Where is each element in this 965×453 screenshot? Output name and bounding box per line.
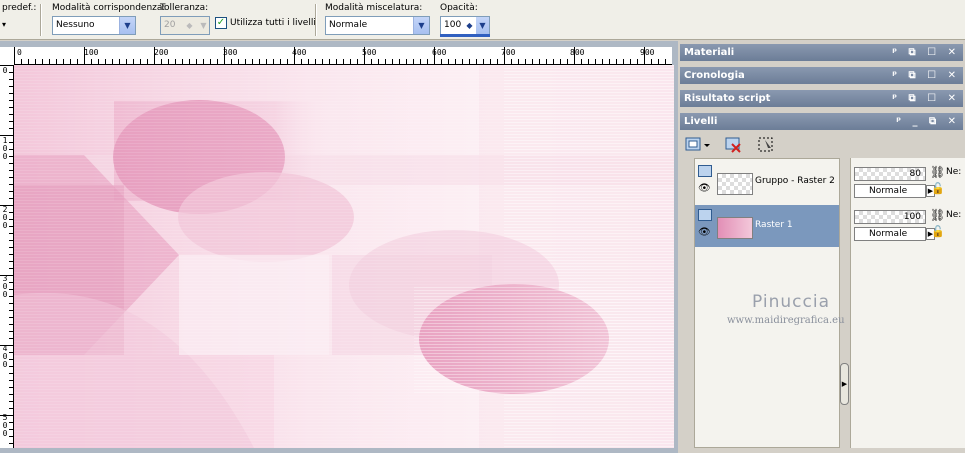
ruler-horizontal: 0 100 200 300 400 500 600 700 800 900 xyxy=(14,47,672,65)
layer-blend-select[interactable]: Normale ▶ xyxy=(854,227,935,241)
tolerance-value: 20 xyxy=(164,20,176,30)
ruler-ticks xyxy=(0,65,13,444)
ruler-mark: 1 0 0 xyxy=(2,136,8,161)
layer-new-button[interactable] xyxy=(684,135,712,155)
layer-name: Gruppo - Raster 2 xyxy=(755,176,835,186)
match-mode-label: Modalità corrispondenza: xyxy=(52,3,166,13)
eye-icon[interactable]: 👁 xyxy=(698,183,711,194)
tolerance-label: Tolleranza: xyxy=(160,3,209,13)
ruler-mark: 500 xyxy=(362,48,377,57)
layer-type-icon xyxy=(698,209,712,221)
layer-name: Raster 1 xyxy=(755,220,793,230)
ruler-corner xyxy=(0,47,14,65)
watermark-site: www.maidiregrafica.eu xyxy=(727,315,845,326)
chevron-down-icon[interactable]: ▼ xyxy=(476,17,489,34)
panel-window-buttons[interactable]: ᵖ ⧉ ☐ ✕ xyxy=(892,44,960,61)
layer-properties: 80 ⛓ Ne: Normale ▶ 🔓 100 ⛓ Ne: Normale ▶… xyxy=(850,158,965,448)
ruler-mark: 400 xyxy=(292,48,307,57)
layer-thumbnail xyxy=(717,173,753,195)
ruler-mark: 4 0 0 xyxy=(2,344,8,369)
link-icon[interactable]: ⛓ xyxy=(930,165,945,179)
layer-mask-icon xyxy=(758,137,773,152)
eye-icon[interactable]: 👁 xyxy=(698,227,711,238)
panel-title: Livelli xyxy=(684,116,718,127)
ruler-mark: 5 0 0 xyxy=(2,413,8,438)
opacity-spinner[interactable]: 100 ◆ ▼ xyxy=(440,16,490,35)
ruler-mark: 600 xyxy=(432,48,447,57)
opacity-value: 100 xyxy=(444,20,462,30)
layer-blend-short: Ne: xyxy=(946,210,962,220)
panel-window-buttons[interactable]: ᵖ ⧉ ☐ ✕ xyxy=(892,90,960,107)
chevron-down-icon[interactable]: ▼ xyxy=(197,17,210,34)
layer-blend-value: Normale xyxy=(869,229,908,239)
tool-options-bar: predef.: ▾ Modalità corrispondenza: Ness… xyxy=(0,0,965,40)
layer-blend-short: Ne: xyxy=(946,167,962,177)
panel-title: Risultato script xyxy=(684,93,771,104)
blend-mode-value: Normale xyxy=(329,20,368,30)
panel-livelli-header[interactable]: Livelli ᵖ _ ⧉ ✕ xyxy=(680,113,963,130)
chevron-down-icon[interactable]: ▼ xyxy=(413,17,429,34)
panel-title: Materiali xyxy=(684,47,735,58)
chevron-down-icon[interactable]: ▼ xyxy=(119,17,135,34)
preset-dropdown-icon[interactable]: ▾ xyxy=(2,20,6,29)
ruler-mark: 900 xyxy=(640,48,655,57)
layer-row-raster-1[interactable]: 👁 Raster 1 xyxy=(695,205,839,247)
layer-opacity-field[interactable]: 100 xyxy=(854,210,926,224)
ruler-mark: 800 xyxy=(570,48,585,57)
layer-mask-button[interactable] xyxy=(756,135,776,155)
layer-blend-select[interactable]: Normale ▶ xyxy=(854,184,935,198)
spin-arrows-icon[interactable]: ◆ xyxy=(183,17,196,34)
match-mode-select[interactable]: Nessuno ▼ xyxy=(52,16,136,35)
preset-label: predef.: xyxy=(2,3,37,13)
link-icon[interactable]: ⛓ xyxy=(930,208,945,222)
ruler-mark: 200 xyxy=(154,48,169,57)
ruler-mark: 0 xyxy=(2,66,8,75)
panel-cronologia-header[interactable]: Cronologia ᵖ ⧉ ☐ ✕ xyxy=(680,67,963,84)
lock-icon[interactable]: 🔓 xyxy=(931,182,945,195)
panel-window-buttons[interactable]: ᵖ ⧉ ☐ ✕ xyxy=(892,67,960,84)
ruler-mark: 300 xyxy=(223,48,238,57)
spin-arrows-icon[interactable]: ◆ xyxy=(463,17,476,34)
layer-opacity-field[interactable]: 80 xyxy=(854,167,926,181)
panel-title: Cronologia xyxy=(684,70,745,81)
match-mode-value: Nessuno xyxy=(56,20,95,30)
use-all-layers-checkbox[interactable]: ✓ xyxy=(215,17,227,29)
layer-thumbnail xyxy=(717,217,753,239)
toolbar-separator xyxy=(315,4,317,36)
layer-delete-button[interactable] xyxy=(724,135,744,155)
canvas-artwork xyxy=(14,65,674,448)
panel-window-buttons[interactable]: ᵖ _ ⧉ ✕ xyxy=(896,113,960,130)
opacity-slider-bar[interactable] xyxy=(440,34,490,37)
ruler-mark: 100 xyxy=(84,48,99,57)
layer-type-icon xyxy=(698,165,712,177)
opacity-label: Opacità: xyxy=(440,3,478,13)
ruler-mark: 3 0 0 xyxy=(2,274,8,299)
tolerance-spinner[interactable]: 20 ◆ ▼ xyxy=(160,16,210,35)
panel-materiali-header[interactable]: Materiali ᵖ ⧉ ☐ ✕ xyxy=(680,44,963,61)
blend-mode-select[interactable]: Normale ▼ xyxy=(325,16,430,35)
ruler-mark: 2 0 0 xyxy=(2,205,8,230)
ruler-mark: 0 xyxy=(17,48,22,57)
use-all-layers-label: Utilizza tutti i livelli xyxy=(230,18,316,28)
layer-row-gruppo-raster-2[interactable]: 👁 Gruppo - Raster 2 xyxy=(695,161,839,203)
layer-delete-icon xyxy=(725,137,741,153)
panel-risultato-script-header[interactable]: Risultato script ᵖ ⧉ ☐ ✕ xyxy=(680,90,963,107)
ruler-vertical: 0 1 0 0 2 0 0 3 0 0 4 0 0 5 0 0 xyxy=(0,65,14,448)
ruler-mark: 700 xyxy=(501,48,516,57)
image-canvas[interactable] xyxy=(14,65,674,448)
layer-new-icon xyxy=(685,137,710,151)
blend-mode-label: Modalità miscelatura: xyxy=(325,3,423,13)
watermark-title: Pinuccia xyxy=(752,292,830,312)
layer-blend-value: Normale xyxy=(869,186,908,196)
lock-icon[interactable]: 🔓 xyxy=(931,225,945,238)
layer-panel-splitter[interactable]: ▶ xyxy=(840,363,849,405)
toolbar-separator xyxy=(40,4,42,36)
